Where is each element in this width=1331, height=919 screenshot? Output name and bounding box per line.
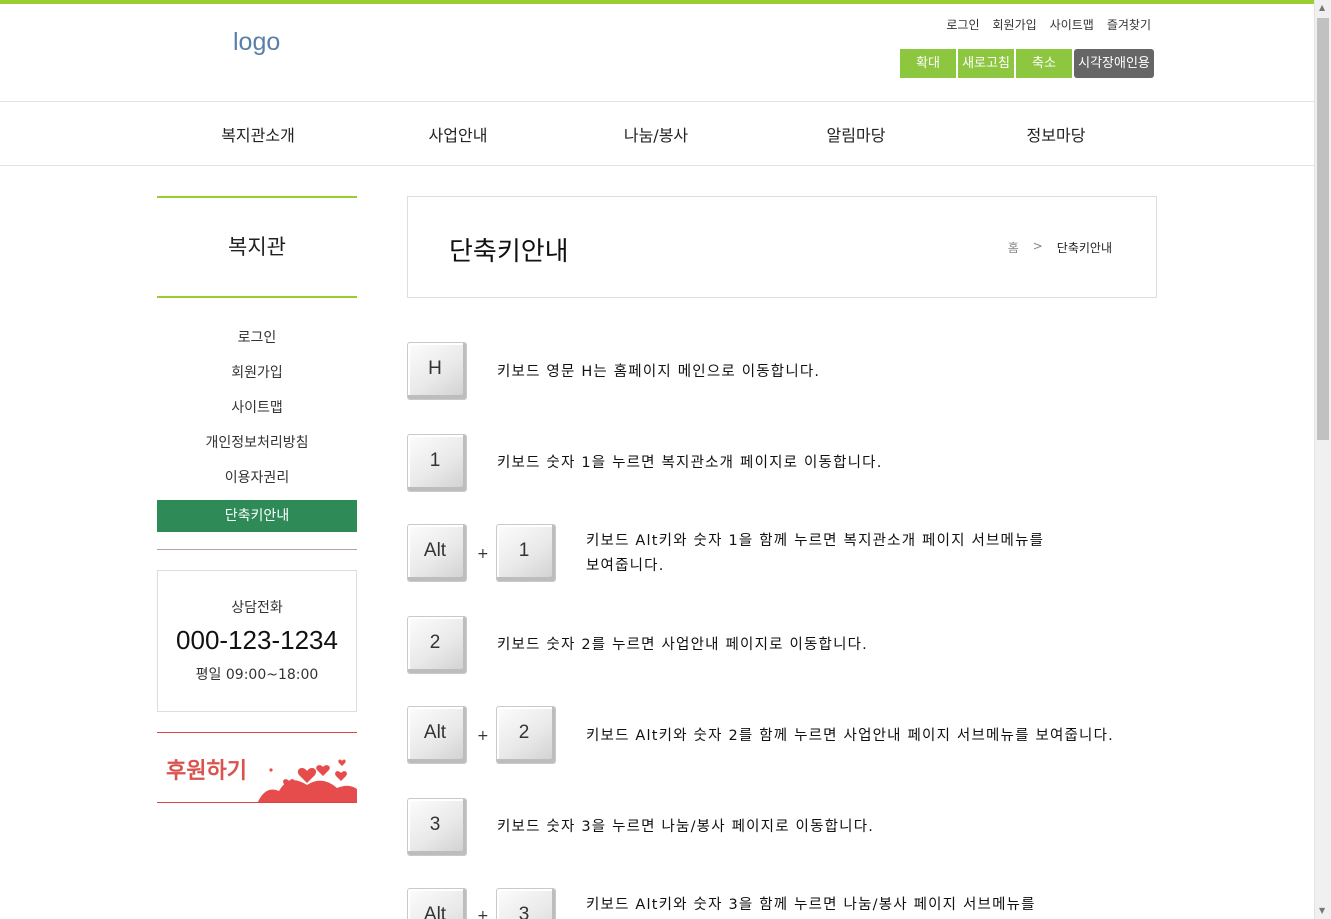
scroll-up-icon[interactable]: ▲	[1319, 3, 1325, 12]
key-label: Alt	[423, 540, 447, 561]
util-login-link[interactable]: 로그인	[946, 16, 979, 33]
plus-sign: +	[477, 546, 489, 562]
nav-item-volunteer[interactable]: 나눔/봉사	[556, 122, 756, 146]
sidebar-item-join[interactable]: 회원가입	[157, 357, 357, 392]
sidebar-divider	[157, 549, 357, 550]
page-title: 단축키안내	[449, 237, 569, 267]
scroll-down-icon[interactable]: ▼	[1319, 906, 1325, 915]
nav-item-business[interactable]: 사업안내	[358, 122, 558, 146]
logo[interactable]: logo	[233, 28, 280, 57]
key-cap: 2	[496, 706, 556, 764]
plus-sign: +	[477, 908, 489, 919]
sidebar-item-privacy[interactable]: 개인정보처리방침	[157, 427, 357, 462]
breadcrumb-current: 단축키안내	[1056, 241, 1112, 255]
key-cap: 2	[407, 616, 467, 674]
zoom-out-button[interactable]: 축소	[1016, 49, 1072, 78]
breadcrumb-home[interactable]: 홈	[1008, 239, 1019, 256]
shortcut-description: 키보드 Alt키와 숫자 2를 함께 누르면 사업안내 페이지 서브메뉴를 보여…	[586, 728, 1114, 744]
sidebar-title: 복지관	[157, 196, 357, 298]
key-cap: Alt	[407, 706, 467, 764]
nav-item-notice[interactable]: 알림마당	[756, 122, 956, 146]
accessible-mode-button[interactable]: 시각장애인용	[1074, 49, 1154, 78]
key-cap: 1	[496, 524, 556, 582]
sidebar-item-shortcuts[interactable]: 단축키안내	[157, 500, 357, 532]
shortcut-description: 키보드 영문 H는 홈페이지 메인으로 이동합니다.	[497, 364, 821, 380]
sidebar-item-login[interactable]: 로그인	[157, 322, 357, 357]
shortcut-description: 키보드 Alt키와 숫자 1을 함께 누르면 복지관소개 페이지 서브메뉴를 보…	[586, 529, 1044, 579]
shortcut-description-line: 보여줍니다.	[586, 558, 665, 574]
key-cap: 3	[496, 888, 556, 919]
key-label: 2	[518, 722, 530, 743]
plus-sign: +	[477, 728, 489, 744]
header: logo 로그인 회원가입 사이트맵 즐겨찾기 확대 새로고침 축소 시각장애인…	[0, 4, 1314, 101]
key-label: Alt	[423, 904, 447, 919]
key-label: Alt	[423, 722, 447, 743]
call-box: 상담전화 000-123-1234 평일 09:00~18:00	[157, 570, 357, 712]
key-cap: Alt	[407, 524, 467, 582]
zoom-controls: 확대 새로고침 축소 시각장애인용	[900, 49, 1154, 78]
util-join-link[interactable]: 회원가입	[992, 16, 1036, 33]
main-navigation: 복지관소개 사업안내 나눔/봉사 알림마당 정보마당	[0, 101, 1314, 166]
call-number: 000-123-1234	[176, 625, 338, 655]
util-bookmark-link[interactable]: 즐겨찾기	[1107, 16, 1151, 33]
zoom-in-button[interactable]: 확대	[900, 49, 956, 78]
shortcut-description: 키보드 숫자 2를 누르면 사업안내 페이지로 이동합니다.	[497, 637, 868, 653]
scrollbar-thumb[interactable]	[1317, 18, 1329, 440]
nav-item-about[interactable]: 복지관소개	[158, 122, 358, 146]
key-cap: 3	[407, 798, 467, 856]
sidebar-item-sitemap[interactable]: 사이트맵	[157, 392, 357, 427]
key-label: 3	[429, 814, 441, 835]
donate-banner[interactable]: 후원하기	[157, 732, 357, 803]
key-label: 1	[429, 450, 441, 471]
sidebar-item-rights[interactable]: 이용자권리	[157, 462, 357, 497]
page-header: 단축키안내 홈 > 단축키안내	[407, 196, 1157, 298]
chevron-right-icon: >	[1032, 239, 1043, 253]
sidebar-menu: 로그인 회원가입 사이트맵 개인정보처리방침 이용자권리 단축키안내	[157, 322, 357, 532]
shortcut-description-line: 키보드 Alt키와 숫자 1을 함께 누르면 복지관소개 페이지 서브메뉴를	[586, 533, 1045, 549]
shortcut-description: 키보드 숫자 3을 누르면 나눔/봉사 페이지로 이동합니다.	[497, 819, 875, 835]
key-cap: H	[407, 342, 467, 400]
refresh-button[interactable]: 새로고침	[958, 49, 1014, 78]
key-cap: Alt	[407, 888, 467, 919]
hearts-icon	[257, 759, 357, 802]
call-label: 상담전화	[231, 600, 283, 616]
key-label: 1	[518, 540, 530, 561]
key-cap: 1	[407, 434, 467, 492]
key-label: 3	[518, 904, 530, 919]
utility-links: 로그인 회원가입 사이트맵 즐겨찾기	[946, 16, 1151, 33]
shortcut-description: 키보드 Alt키와 숫자 3을 함께 누르면 나눔/봉사 페이지 서브메뉴를	[586, 897, 1036, 913]
key-label: 2	[429, 632, 441, 653]
key-label: H	[428, 358, 442, 379]
shortcut-description: 키보드 숫자 1을 누르면 복지관소개 페이지로 이동합니다.	[497, 455, 883, 471]
page-scrollbar[interactable]: ▲ ▼	[1314, 0, 1331, 919]
call-hours: 평일 09:00~18:00	[195, 667, 319, 683]
util-sitemap-link[interactable]: 사이트맵	[1050, 16, 1094, 33]
breadcrumb: 홈 > 단축키안내	[1008, 239, 1112, 256]
nav-item-info[interactable]: 정보마당	[956, 122, 1156, 146]
